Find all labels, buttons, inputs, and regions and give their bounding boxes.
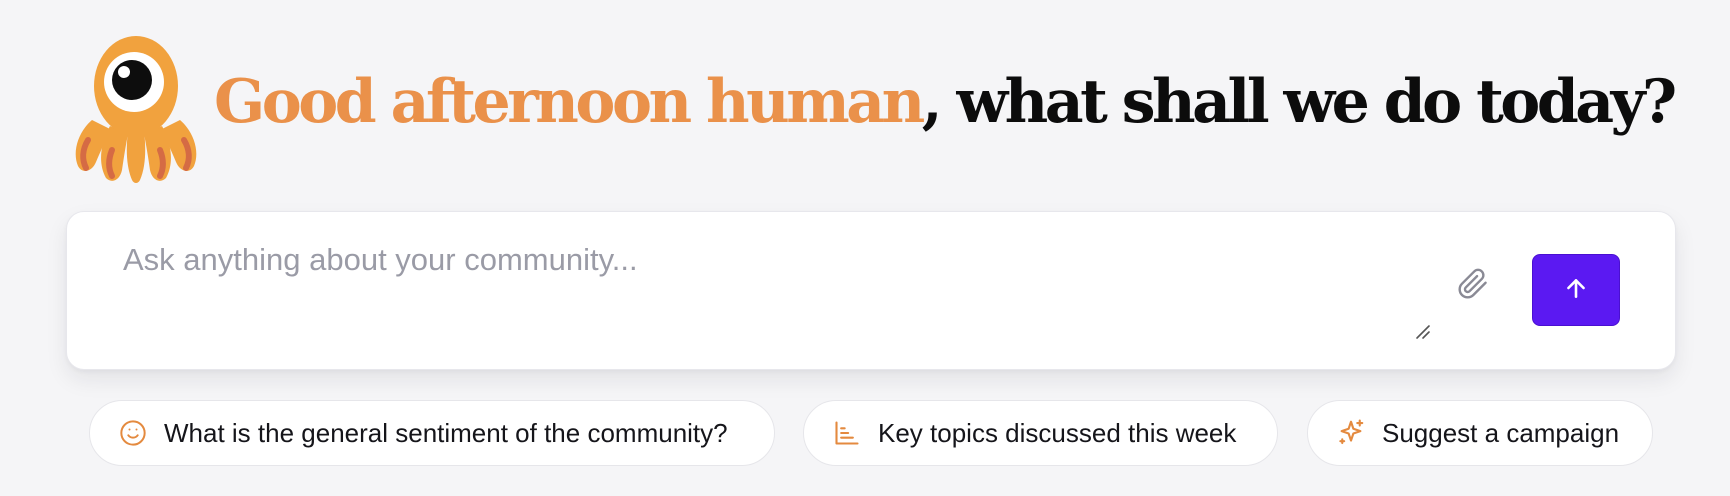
sparkles-icon [1336, 418, 1366, 448]
resize-handle-icon[interactable] [1413, 322, 1433, 342]
send-button[interactable] [1532, 254, 1620, 326]
arrow-up-icon [1563, 275, 1589, 305]
suggestion-chip-topics[interactable]: Key topics discussed this week [803, 400, 1278, 466]
greeting-title: Good afternoon human, what shall we do t… [214, 72, 1677, 132]
octopus-mascot-icon [70, 34, 202, 184]
bar-chart-icon [832, 418, 862, 448]
suggestion-chip-label: Key topics discussed this week [878, 417, 1237, 448]
suggestion-chips: What is the general sentiment of the com… [0, 400, 1730, 468]
suggestion-chip-campaign[interactable]: Suggest a campaign [1307, 400, 1653, 466]
suggestion-chip-label: What is the general sentiment of the com… [164, 417, 728, 448]
greeting-rest: , what shall we do today? [921, 67, 1677, 137]
suggestion-chip-label: Suggest a campaign [1382, 417, 1620, 448]
suggestion-chip-sentiment[interactable]: What is the general sentiment of the com… [89, 400, 775, 466]
smile-icon [118, 418, 148, 448]
prompt-input[interactable] [123, 242, 1373, 342]
prompt-box [66, 211, 1676, 370]
greeting-highlight: Good afternoon human [214, 67, 925, 137]
greeting-header: Good afternoon human, what shall we do t… [70, 34, 1677, 184]
attach-button[interactable] [1453, 266, 1493, 306]
paperclip-icon [1457, 268, 1489, 304]
